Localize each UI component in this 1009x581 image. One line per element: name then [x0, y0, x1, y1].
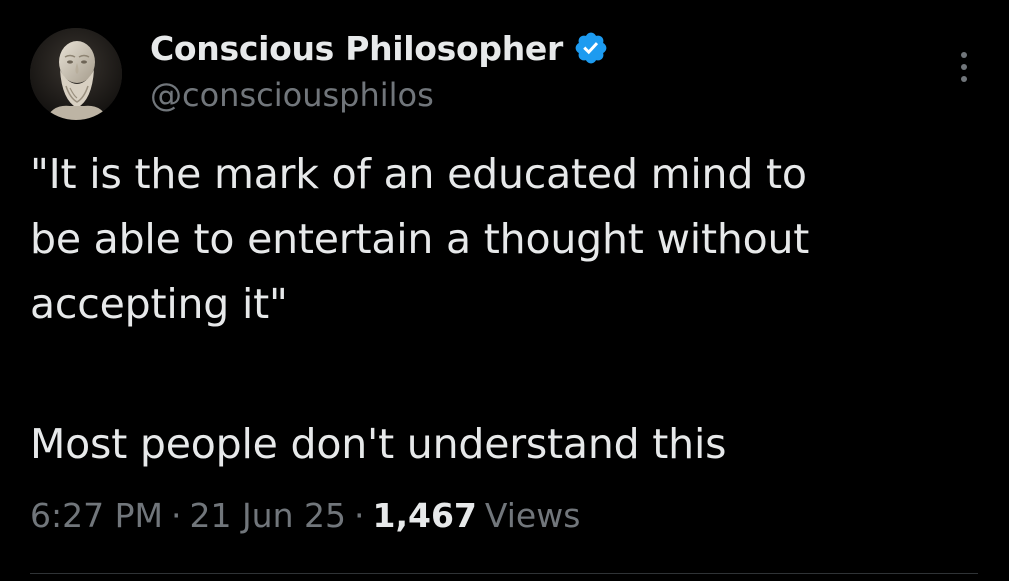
author-display-name[interactable]: Conscious Philosopher: [150, 29, 563, 68]
tweet-time[interactable]: 6:27 PM: [30, 496, 163, 535]
tweet-text-line-3: accepting it": [30, 280, 288, 328]
meta-separator-2: ·: [354, 496, 365, 535]
views-label: Views: [484, 496, 581, 535]
author-name-row: Conscious Philosopher: [150, 26, 609, 70]
tweet-text-line-1: "It is the mark of an educated mind to: [30, 150, 807, 198]
author-handle[interactable]: @consciousphilos: [150, 76, 434, 114]
views-count[interactable]: 1,467: [373, 496, 477, 535]
avatar[interactable]: [30, 28, 122, 120]
divider: [30, 573, 978, 574]
tweet-text-line-2: be able to entertain a thought without: [30, 215, 810, 263]
tweet-date[interactable]: 21 Jun 25: [189, 496, 346, 535]
verified-badge-icon[interactable]: [573, 30, 609, 66]
socrates-bust-icon: [30, 28, 122, 120]
tweet-card: Conscious Philosopher @consciousphilos "…: [0, 0, 1009, 581]
tweet-meta: 6:27 PM · 21 Jun 25 · 1,467 Views: [30, 496, 580, 535]
more-options-icon[interactable]: [953, 50, 975, 84]
meta-separator: ·: [170, 496, 182, 535]
tweet-text-line-4: Most people don't understand this: [30, 420, 727, 468]
